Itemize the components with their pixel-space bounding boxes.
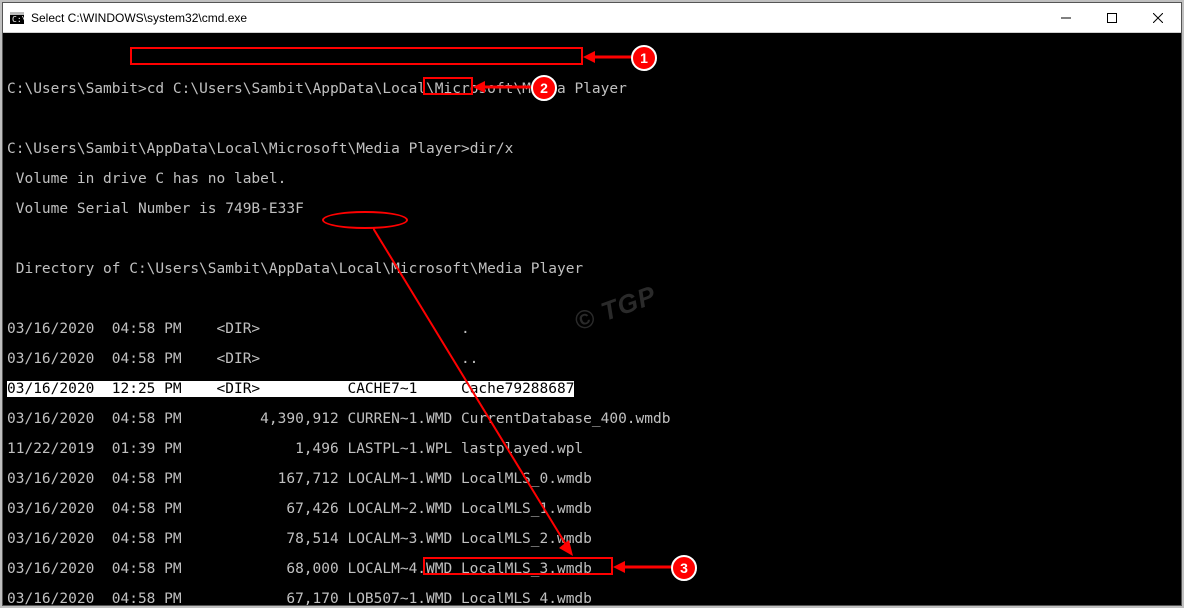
dir-row: 03/16/2020 04:58 PM 67,426 LOCALM~2.WMD … xyxy=(7,502,1181,517)
output-line: Volume Serial Number is 749B-E33F xyxy=(7,202,1181,217)
close-button[interactable] xyxy=(1135,3,1181,33)
dir-row: 03/16/2020 04:58 PM <DIR> .. xyxy=(7,352,1181,367)
cmd-cd: cd C:\Users\Sambit\AppData\Local\Microso… xyxy=(147,81,627,97)
dir-row: 11/22/2019 01:39 PM 1,496 LASTPL~1.WPL l… xyxy=(7,442,1181,457)
output-line: Directory of C:\Users\Sambit\AppData\Loc… xyxy=(7,262,1181,277)
minimize-button[interactable] xyxy=(1043,3,1089,33)
terminal-area[interactable]: C:\Users\Sambit>cd C:\Users\Sambit\AppDa… xyxy=(3,33,1181,605)
svg-text:C:\: C:\ xyxy=(12,15,25,24)
dir-row: 03/16/2020 04:58 PM <DIR> . xyxy=(7,322,1181,337)
window-title: Select C:\WINDOWS\system32\cmd.exe xyxy=(31,11,1043,25)
dir-row: 03/16/2020 04:58 PM 167,712 LOCALM~1.WMD… xyxy=(7,472,1181,487)
cmd-icon: C:\ xyxy=(9,10,25,26)
cache-shortname: CACHE7~1 xyxy=(347,381,417,397)
cmd-dir: dir/x xyxy=(470,141,514,157)
prompt: C:\Users\Sambit> xyxy=(7,81,147,97)
prompt: C:\Users\Sambit\AppData\Local\Microsoft\… xyxy=(7,141,470,157)
dir-row: 03/16/2020 04:58 PM 78,514 LOCALM~3.WMD … xyxy=(7,532,1181,547)
dir-row: 03/16/2020 04:58 PM 67,170 LOB507~1.WMD … xyxy=(7,592,1181,605)
titlebar[interactable]: C:\ Select C:\WINDOWS\system32\cmd.exe xyxy=(3,3,1181,33)
maximize-button[interactable] xyxy=(1089,3,1135,33)
cmd-window: C:\ Select C:\WINDOWS\system32\cmd.exe C… xyxy=(2,2,1182,606)
output-line: Volume in drive C has no label. xyxy=(7,172,1181,187)
dir-row: 03/16/2020 04:58 PM 4,390,912 CURREN~1.W… xyxy=(7,412,1181,427)
selected-dir-row: 03/16/2020 12:25 PM <DIR> CACHE7~1 Cache… xyxy=(7,381,574,397)
dir-row: 03/16/2020 04:58 PM 68,000 LOCALM~4.WMD … xyxy=(7,562,1181,577)
